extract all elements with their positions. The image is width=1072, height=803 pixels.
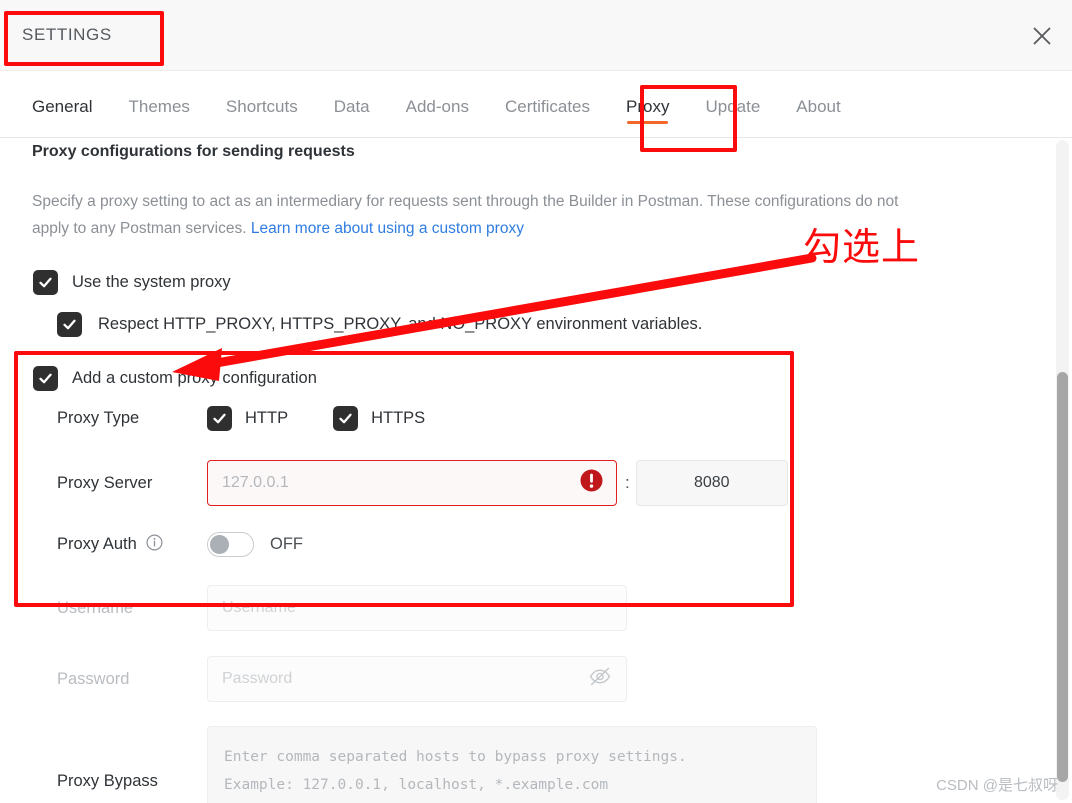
password-input[interactable]: Password	[207, 656, 627, 702]
tab-label: General	[32, 97, 93, 116]
tab-label: Themes	[128, 97, 190, 116]
label-proxy-auth: Proxy Auth	[57, 533, 207, 556]
section-description: Specify a proxy setting to act as an int…	[32, 188, 932, 242]
watermark: CSDN @是七叔呀	[936, 777, 1058, 794]
window-titlebar: SETTINGS	[0, 0, 1072, 71]
label-add-custom-proxy: Add a custom proxy configuration	[72, 369, 317, 387]
error-exclamation-icon	[579, 468, 604, 498]
check-icon	[213, 413, 226, 424]
checkbox-row-http[interactable]: HTTP	[207, 406, 288, 431]
tab-label: Shortcuts	[225, 97, 298, 116]
check-icon	[39, 373, 52, 384]
proxy-bypass-placeholder: Enter comma separated hosts to bypass pr…	[224, 749, 687, 793]
checkbox-row-custom-proxy[interactable]: Add a custom proxy configuration	[33, 366, 317, 391]
checkbox-row-system-proxy[interactable]: Use the system proxy	[33, 270, 231, 295]
proxy-server-port-input[interactable]: 8080	[635, 460, 788, 506]
form-row-proxy-auth: Proxy Auth OFF	[57, 532, 303, 557]
label-proxy-type: Proxy Type	[57, 409, 140, 427]
info-icon[interactable]	[146, 533, 163, 555]
tab-themes[interactable]: Themes	[110, 71, 207, 138]
proxy-server-port-value: 8080	[693, 474, 730, 491]
host-port-separator: :	[625, 473, 630, 492]
page-title: SETTINGS	[22, 25, 112, 44]
proxy-bypass-textarea[interactable]: Enter comma separated hosts to bypass pr…	[207, 726, 817, 803]
vertical-scrollbar-track[interactable]	[1056, 140, 1069, 800]
password-placeholder: Password	[222, 670, 293, 687]
tab-proxy[interactable]: Proxy	[608, 71, 687, 138]
form-row-proxy-bypass: Proxy Bypass Enter comma separated hosts…	[57, 726, 817, 803]
checkbox-respect-env-vars[interactable]	[57, 312, 82, 337]
close-icon	[1031, 25, 1053, 47]
active-tab-indicator	[627, 121, 669, 124]
check-icon	[63, 319, 76, 330]
tab-list: General Themes Shortcuts Data Add-ons Ce…	[14, 71, 859, 138]
proxy-server-host-input[interactable]: 127.0.0.1	[207, 460, 617, 506]
tab-label: Update	[705, 97, 761, 116]
settings-tabbar: General Themes Shortcuts Data Add-ons Ce…	[0, 71, 1072, 138]
check-icon	[39, 277, 52, 288]
form-row-username: Username Username	[57, 585, 627, 631]
username-placeholder: Username	[222, 599, 296, 616]
checkbox-row-respect-env[interactable]: Respect HTTP_PROXY, HTTPS_PROXY, and NO_…	[57, 312, 702, 337]
checkbox-proxy-type-https[interactable]	[333, 406, 359, 431]
label-use-system-proxy: Use the system proxy	[72, 273, 231, 291]
tab-data[interactable]: Data	[316, 71, 388, 138]
label-proxy-auth-text: Proxy Auth	[57, 534, 137, 553]
annotation-note-text: 勾选上	[803, 225, 921, 269]
toggle-proxy-auth-state: OFF	[270, 535, 303, 553]
checkbox-row-https[interactable]: HTTPS	[333, 406, 425, 431]
eye-off-icon[interactable]	[588, 665, 612, 694]
label-proxy-type-https: HTTPS	[371, 409, 426, 427]
label-proxy-server: Proxy Server	[57, 473, 153, 492]
label-proxy-type-http: HTTP	[245, 409, 289, 427]
tab-label: Add-ons	[405, 97, 469, 116]
close-button[interactable]	[1026, 20, 1058, 52]
checkbox-add-custom-proxy[interactable]	[33, 366, 58, 391]
form-row-proxy-server: Proxy Server 127.0.0.1 : 8080	[57, 460, 788, 506]
label-proxy-bypass: Proxy Bypass	[57, 772, 158, 790]
tab-update[interactable]: Update	[687, 71, 778, 138]
label-username: Username	[57, 598, 134, 617]
section-heading: Proxy configurations for sending request…	[32, 143, 355, 160]
proxy-server-host-placeholder: 127.0.0.1	[222, 474, 289, 491]
tab-label: Certificates	[504, 97, 590, 116]
tab-general[interactable]: General	[14, 71, 110, 138]
learn-more-link[interactable]: Learn more about using a custom proxy	[251, 220, 524, 237]
check-icon	[339, 413, 352, 424]
toggle-proxy-auth[interactable]	[207, 532, 254, 557]
tab-about[interactable]: About	[778, 71, 858, 138]
label-password: Password	[57, 669, 130, 688]
toggle-knob	[210, 535, 229, 554]
tab-add-ons[interactable]: Add-ons	[388, 71, 487, 138]
tab-label: About	[796, 97, 841, 116]
label-respect-env-vars: Respect HTTP_PROXY, HTTPS_PROXY, and NO_…	[98, 315, 703, 333]
checkbox-use-system-proxy[interactable]	[33, 270, 58, 295]
tab-shortcuts[interactable]: Shortcuts	[208, 71, 316, 138]
tab-label: Proxy	[626, 97, 670, 116]
checkbox-proxy-type-http[interactable]	[207, 406, 232, 431]
form-row-password: Password Password	[57, 656, 627, 702]
form-row-proxy-type: Proxy Type HTTP HTTPS	[57, 406, 470, 431]
tab-label: Data	[333, 97, 370, 116]
tab-certificates[interactable]: Certificates	[487, 71, 608, 138]
vertical-scrollbar-thumb[interactable]	[1057, 372, 1068, 782]
username-input[interactable]: Username	[207, 585, 627, 631]
